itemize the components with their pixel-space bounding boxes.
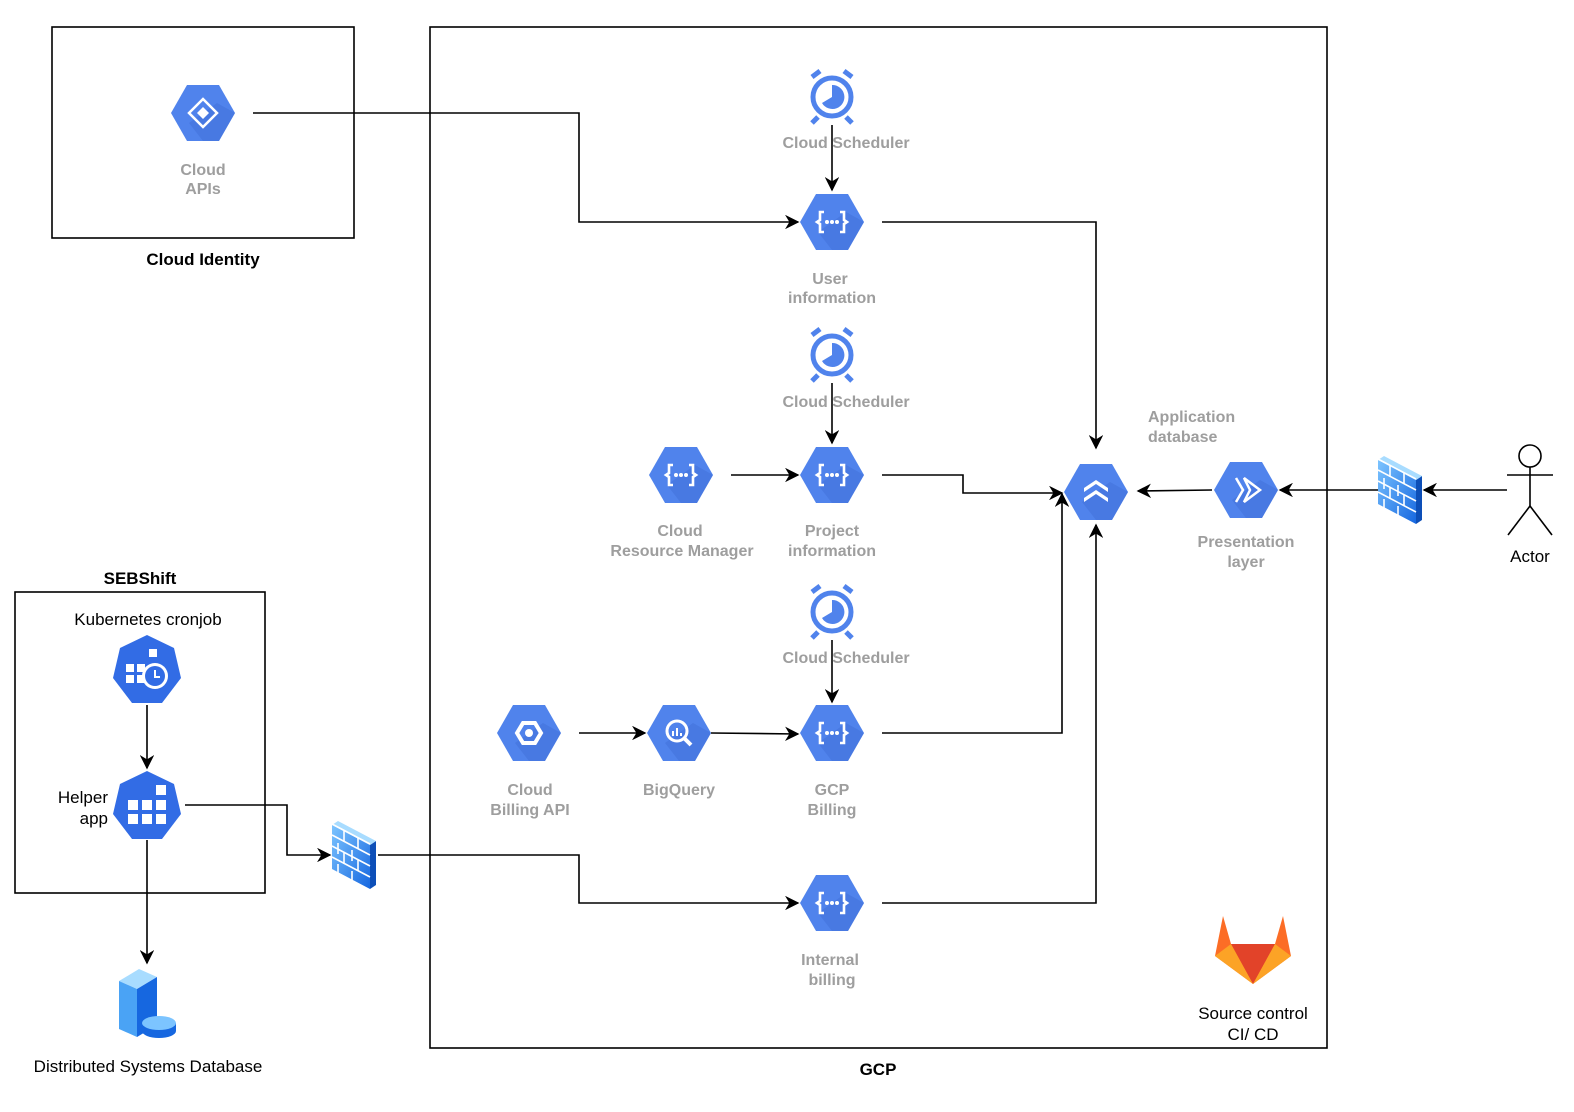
kubernetes-cronjob-icon[interactable] [113, 635, 181, 703]
cloud-apis-label-2: APIs [185, 181, 221, 198]
cloud-functions-icon[interactable] [800, 705, 864, 761]
cloud-apis-icon[interactable] [171, 85, 235, 141]
dsdb-label: Distributed Systems Database [34, 1057, 263, 1076]
cloud-billing-icon[interactable] [497, 705, 561, 761]
cloud-functions-icon[interactable] [800, 875, 864, 931]
bigquery-icon[interactable] [647, 705, 711, 761]
cloud-run-icon[interactable] [1214, 462, 1278, 518]
edge-bigquery-gcp-billing [710, 726, 800, 742]
firestore-icon[interactable] [1064, 464, 1128, 520]
user-info-label: User [812, 271, 848, 288]
app-db-label: Application [1148, 409, 1235, 426]
database-server-icon[interactable] [119, 969, 176, 1038]
edge-project-info-app-db [882, 474, 1064, 501]
helper-label-2: app [80, 809, 108, 828]
firewall-icon[interactable] [331, 820, 377, 890]
edge-firewall-internal-billing [378, 854, 800, 911]
scheduler-3-label: Cloud Scheduler [782, 650, 909, 667]
cloud-scheduler-icon[interactable] [812, 586, 852, 638]
edge-user-info-app-db [882, 221, 1104, 450]
gcp-billing-label: GCP [815, 782, 850, 799]
user-info-label-2: information [788, 290, 876, 307]
firewall-icon[interactable] [1377, 455, 1423, 525]
cloud-scheduler-icon[interactable] [812, 71, 852, 123]
gcp-group [429, 26, 1328, 1049]
presentation-label-2: layer [1227, 554, 1264, 571]
gcp-billing-label-2: Billing [808, 802, 857, 819]
edge-cloud-apis-user-info [253, 112, 800, 230]
edge-internal-billing-app-db [882, 523, 1104, 904]
gitlab-label: Source control [1198, 1004, 1308, 1023]
cronjob-label: Kubernetes cronjob [74, 610, 221, 629]
scheduler-2-label: Cloud Scheduler [782, 394, 909, 411]
kubernetes-deployment-icon[interactable] [113, 771, 181, 839]
project-info-label-2: information [788, 543, 876, 560]
cloud-identity-label: Cloud Identity [146, 250, 260, 269]
resource-manager-label-2: Resource Manager [610, 543, 753, 560]
presentation-label: Presentation [1198, 534, 1295, 551]
helper-label: Helper [58, 788, 108, 807]
internal-billing-label: Internal [801, 952, 859, 969]
actor-icon[interactable] [1507, 444, 1553, 536]
cloud-apis-label: Cloud [180, 162, 225, 179]
gitlab-label-2: CI/ CD [1228, 1025, 1279, 1044]
gitlab-icon[interactable] [1215, 916, 1291, 984]
sebshift-label: SEBShift [104, 569, 177, 588]
cloud-functions-icon[interactable] [800, 447, 864, 503]
gcp-label: GCP [860, 1060, 897, 1079]
sebshift-group [14, 591, 266, 894]
scheduler-1-label: Cloud Scheduler [782, 135, 909, 152]
edge-gcp-billing-app-db [882, 492, 1070, 734]
billing-api-label-2: Billing API [490, 802, 569, 819]
cloud-functions-icon[interactable] [800, 194, 864, 250]
architecture-diagram: Cloud Identity GCP SEBShift Cloud APIs C… [14, 26, 1553, 1079]
project-info-label: Project [805, 523, 860, 540]
actor-label: Actor [1510, 547, 1550, 566]
edge-helper-firewall [185, 804, 332, 863]
bigquery-label: BigQuery [643, 782, 715, 799]
internal-billing-label-2: billing [808, 972, 855, 989]
app-db-label-2: database [1148, 429, 1217, 446]
edge-presentation-app-db [1136, 483, 1213, 499]
resource-manager-label: Cloud [657, 523, 702, 540]
billing-api-label: Cloud [507, 782, 552, 799]
cloud-functions-icon[interactable] [649, 447, 713, 503]
cloud-scheduler-icon[interactable] [812, 329, 852, 381]
